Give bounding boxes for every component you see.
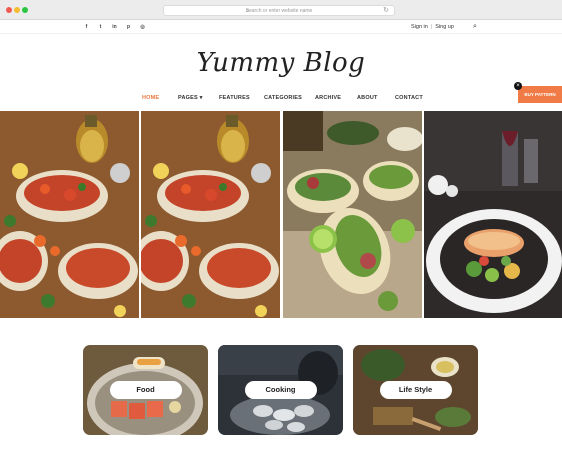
minimize-window-button[interactable] (14, 7, 20, 13)
twitter-icon[interactable]: t (97, 23, 104, 31)
nav-item-features[interactable]: FEATURES (219, 93, 250, 103)
pinterest-icon[interactable]: p (125, 23, 132, 31)
category-label-lifestyle[interactable]: Life Style (379, 381, 452, 399)
nav-item-contact[interactable]: CONTACT (395, 93, 423, 103)
nav-item-home[interactable]: HOME (142, 93, 159, 103)
category-label-cooking[interactable]: Cooking (244, 381, 317, 399)
nav-item-categories[interactable]: CATEGORIES (264, 93, 302, 103)
main-nav: HOME PAGES ▾ FEATURES CATEGORIES ARCHIVE… (0, 93, 562, 103)
nav-item-archive[interactable]: ARCHIVE (315, 93, 341, 103)
linkedin-icon[interactable]: in (111, 23, 118, 31)
instagram-icon[interactable]: ◎ (139, 23, 146, 31)
close-icon[interactable]: × (514, 82, 522, 90)
category-label-food[interactable]: Food (109, 381, 182, 399)
facebook-icon[interactable]: f (83, 23, 90, 31)
auth-links: Sign in | Sing up (411, 23, 454, 31)
signin-link[interactable]: Sign in (411, 23, 428, 31)
social-links: f t in p ◎ (83, 23, 146, 31)
address-bar-placeholder: Search or enter website name (245, 8, 313, 14)
category-card-food[interactable]: Food (83, 345, 208, 435)
category-card-cooking[interactable]: Cooking (218, 345, 343, 435)
close-window-button[interactable] (6, 7, 12, 13)
hero-gallery (0, 111, 562, 318)
auth-divider: | (430, 24, 433, 30)
nav-item-about[interactable]: ABOUT (357, 93, 378, 103)
browser-window: ⌕ Search or enter website name ↻ f t in … (0, 0, 562, 451)
nav-item-pages[interactable]: PAGES ▾ (178, 93, 203, 103)
address-bar[interactable]: ⌕ Search or enter website name ↻ (163, 5, 395, 16)
site-logo[interactable]: Yummy Blog (0, 46, 562, 80)
top-bar: f t in p ◎ Sign in | Sing up ⌕ (0, 20, 562, 34)
gallery-image-tacos[interactable] (283, 111, 422, 318)
buy-pattern-button[interactable]: BUY PATTERN (518, 86, 562, 103)
search-icon[interactable]: ⌕ (473, 22, 477, 31)
maximize-window-button[interactable] (22, 7, 28, 13)
category-card-lifestyle[interactable]: Life Style (353, 345, 478, 435)
signup-link[interactable]: Sing up (435, 23, 454, 31)
browser-chrome: ⌕ Search or enter website name ↻ (0, 0, 562, 20)
gallery-image-bruschetta[interactable] (0, 111, 139, 318)
gallery-image-bruschetta-2[interactable] (141, 111, 280, 318)
reload-icon[interactable]: ↻ (383, 6, 389, 16)
gallery-image-salmon[interactable] (424, 111, 562, 318)
